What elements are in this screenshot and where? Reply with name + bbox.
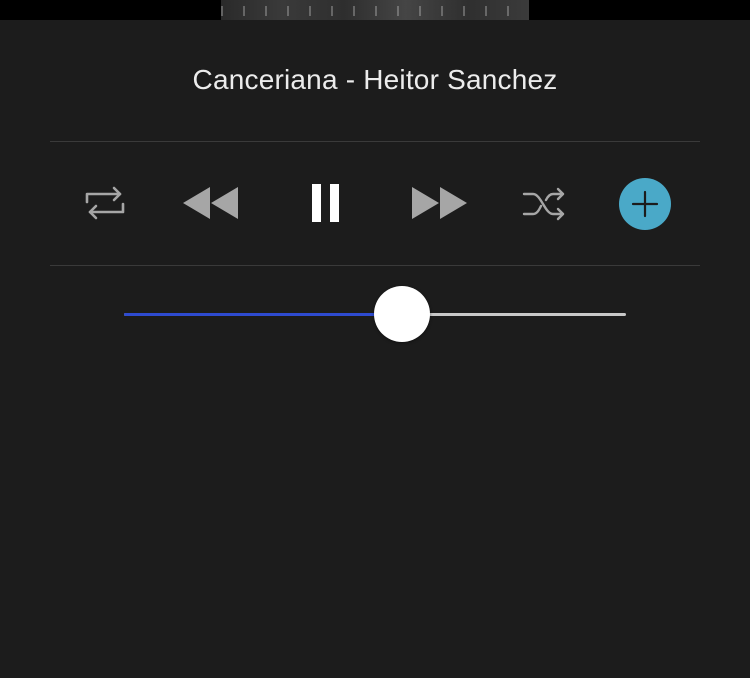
video-frame-detail [221,6,529,16]
slider-thumb[interactable] [373,286,430,342]
rewind-icon [183,187,238,219]
divider-bottom [50,265,700,266]
player-screen: Canceriana - Heitor Sanchez [0,0,750,678]
add-button[interactable] [618,177,672,231]
repeat-button[interactable] [80,180,130,226]
fast-forward-button[interactable] [408,181,472,225]
pause-button[interactable] [300,178,352,228]
rewind-button[interactable] [178,181,242,225]
track-title: Canceriana - Heitor Sanchez [192,64,558,95]
fast-forward-icon [412,187,467,219]
shuffle-button[interactable] [519,182,569,226]
plus-icon [631,190,659,218]
repeat-icon [85,186,125,220]
slider-fill [124,313,402,316]
add-button-circle [619,178,671,230]
video-thumbnail[interactable] [221,0,529,20]
progress-slider[interactable] [124,286,626,342]
divider-top [50,141,700,142]
video-area [0,0,750,20]
pause-icon [312,184,339,222]
shuffle-icon [522,187,565,221]
